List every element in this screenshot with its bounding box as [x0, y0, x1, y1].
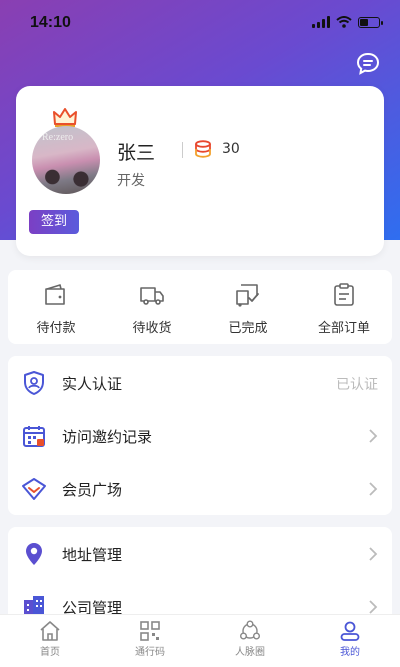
- order-completed[interactable]: 已完成: [200, 270, 296, 344]
- avatar-area[interactable]: Re:zero: [32, 106, 102, 196]
- menu-item-company-management[interactable]: 公司管理: [8, 580, 392, 614]
- menu-label: 公司管理: [62, 599, 123, 614]
- order-label: 已完成: [228, 321, 268, 336]
- calendar-icon: [23, 426, 45, 447]
- tab-pass-code[interactable]: 通行码: [100, 615, 200, 667]
- menu-label: 访问邀约记录: [62, 428, 153, 446]
- profile-card: Re:zero 张三 开发 30 签到: [16, 86, 384, 256]
- signal-icon: [312, 16, 330, 28]
- avatar-caption: Re:zero: [42, 132, 74, 143]
- order-to-receive[interactable]: 待收货: [104, 270, 200, 344]
- battery-icon: [358, 16, 383, 28]
- order-all[interactable]: 全部订单: [296, 270, 392, 344]
- menu-group-management: 地址管理 公司管理: [8, 527, 392, 614]
- location-pin-icon: [26, 543, 42, 565]
- order-pending-payment[interactable]: 待付款: [8, 270, 104, 344]
- chevron-right-icon: [369, 429, 378, 443]
- user-icon: [340, 621, 360, 641]
- chevron-right-icon: [369, 600, 378, 614]
- diamond-icon: [22, 478, 46, 500]
- status-bar: 14:10: [0, 0, 400, 46]
- tab-label: 人脉圈: [235, 647, 265, 658]
- user-name: 张三: [117, 142, 156, 164]
- status-time: 14:10: [30, 14, 71, 31]
- menu-item-address-management[interactable]: 地址管理: [8, 527, 392, 580]
- status-icons: [312, 16, 383, 28]
- order-label: 待付款: [36, 321, 76, 336]
- order-label: 全部订单: [317, 321, 370, 336]
- coins-icon: [195, 140, 211, 158]
- bottom-tab-bar: 首页 通行码 人脉圈 我的: [0, 614, 400, 667]
- chevron-right-icon: [369, 482, 378, 496]
- home-icon: [40, 621, 60, 641]
- tab-label: 通行码: [135, 647, 165, 658]
- order-label: 待收货: [132, 321, 172, 336]
- menu-item-member-plaza[interactable]: 会员广场: [8, 462, 392, 515]
- wifi-icon: [336, 16, 352, 28]
- verified-status: 已认证: [336, 377, 378, 393]
- tab-label: 我的: [340, 647, 360, 658]
- avatar[interactable]: Re:zero: [32, 126, 100, 194]
- shield-user-icon: [24, 371, 44, 395]
- wallet-icon: [45, 284, 65, 305]
- crown-icon: [53, 108, 77, 127]
- building-icon: [24, 596, 44, 614]
- truck-icon: [140, 287, 164, 305]
- message-icon[interactable]: [356, 52, 380, 76]
- menu-label: 会员广场: [62, 481, 123, 499]
- tab-mine[interactable]: 我的: [300, 615, 400, 667]
- menu-label: 实人认证: [62, 375, 123, 393]
- chevron-right-icon: [369, 547, 378, 561]
- coin-count: 30: [222, 141, 240, 157]
- tab-home[interactable]: 首页: [0, 615, 100, 667]
- clipboard-icon: [334, 283, 354, 306]
- checkin-button[interactable]: 签到: [29, 210, 79, 234]
- divider: [182, 142, 183, 158]
- tab-network[interactable]: 人脉圈: [200, 615, 300, 667]
- qr-code-icon: [140, 621, 160, 641]
- delivered-icon: [236, 284, 259, 307]
- user-role: 开发: [117, 173, 145, 189]
- menu-item-visit-records[interactable]: 访问邀约记录: [8, 409, 392, 462]
- tab-label: 首页: [40, 647, 60, 658]
- menu-label: 地址管理: [62, 546, 123, 564]
- orders-card: 待付款 待收货 已完成 全部订单: [8, 270, 392, 344]
- network-icon: [240, 620, 260, 640]
- menu-group-account: 实人认证 已认证 访问邀约记录 会员广场: [8, 356, 392, 515]
- menu-item-identity-verification[interactable]: 实人认证 已认证: [8, 356, 392, 409]
